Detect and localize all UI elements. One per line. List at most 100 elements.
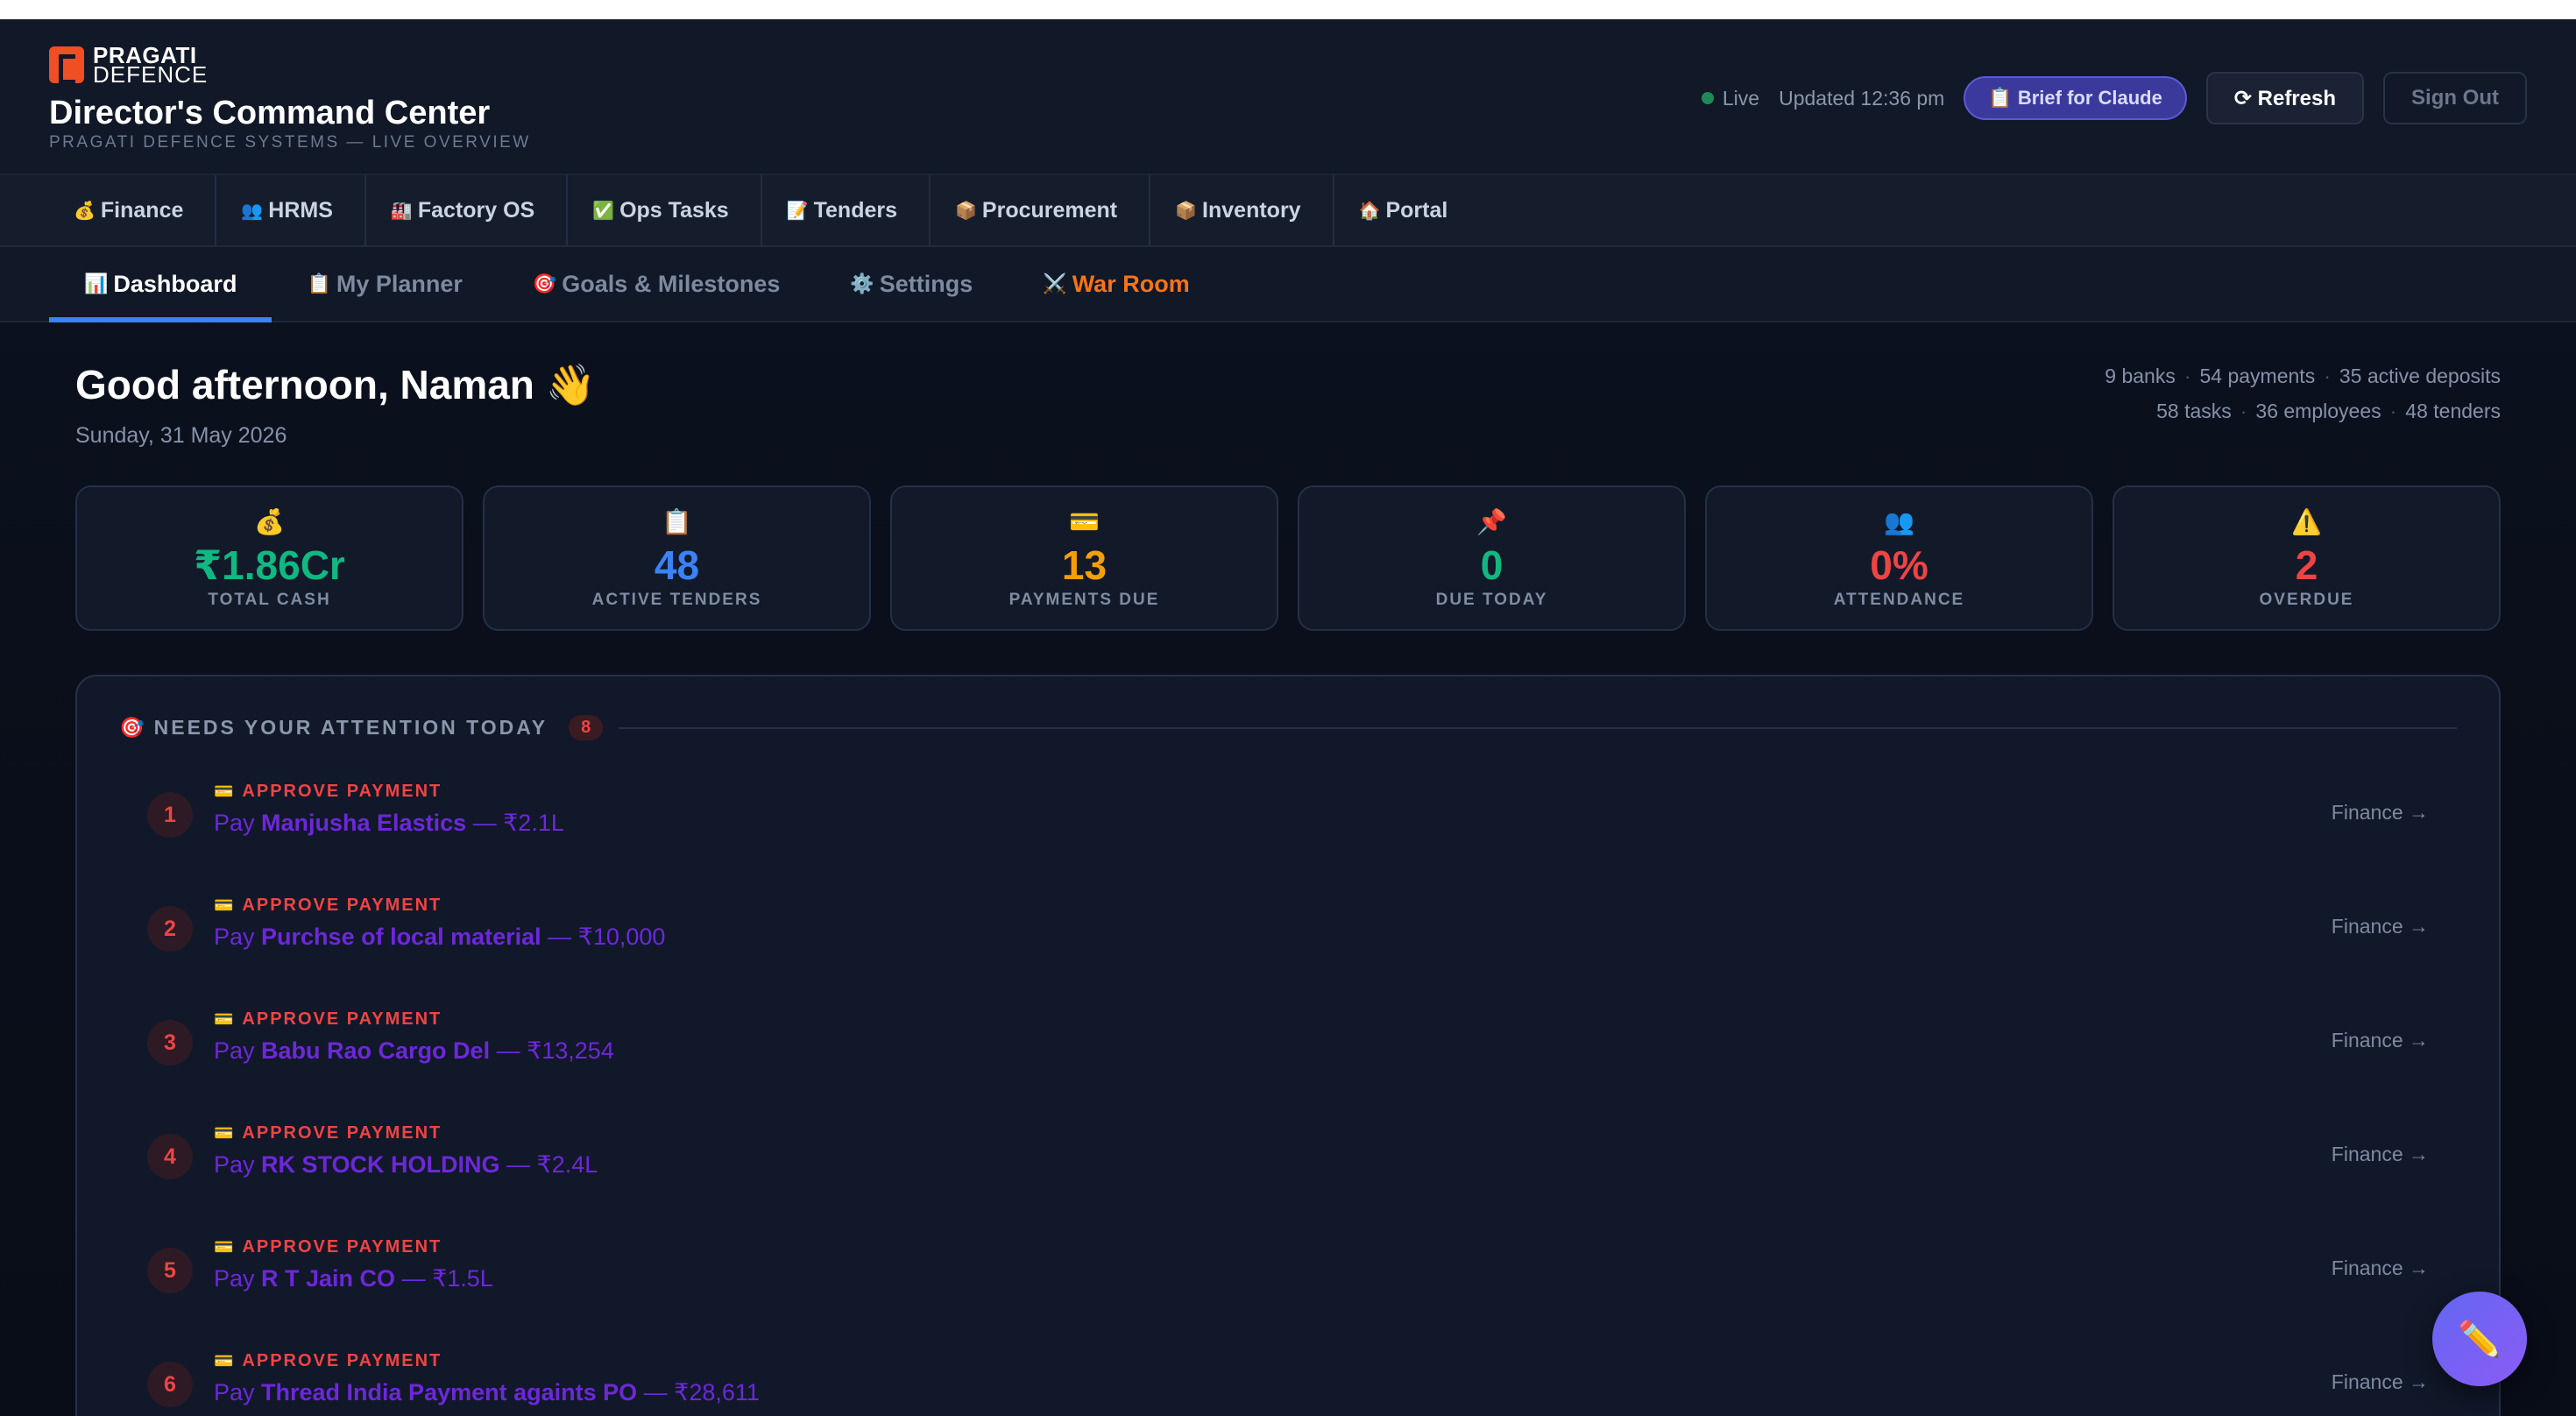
factory-icon: 🏭 [390, 201, 413, 221]
credit-card-icon: 💳 [214, 1352, 236, 1370]
refresh-button[interactable]: ⟳ Refresh [2205, 72, 2365, 124]
module-label: Ops Tasks [619, 197, 729, 223]
item-amount: — ₹1.5L [395, 1265, 493, 1292]
attention-item[interactable]: 2 💳 APPROVE PAYMENT Pay Purchse of local … [147, 896, 2429, 1001]
finance-link[interactable]: Finance → [2332, 1370, 2429, 1394]
target-icon: 🎯 [119, 716, 147, 739]
module-ops-tasks[interactable]: ✅ Ops Tasks [568, 174, 762, 246]
tab-label: Settings [879, 270, 973, 297]
tab-war-room[interactable]: ⚔️ War Room [1008, 247, 1224, 321]
separator: · [2183, 365, 2191, 387]
live-dot-icon [1701, 92, 1714, 104]
item-kind-wrap: 💳 APPROVE PAYMENT [214, 896, 442, 916]
tab-my-planner[interactable]: 📋 My Planner [272, 247, 497, 321]
tab-bar: 📊 Dashboard 📋 My Planner 🎯 Goals & Mileston… [0, 247, 2576, 322]
module-label: HRMS [268, 197, 333, 223]
module-nav: 💰 Finance 👥 HRMS 🏭 Factory OS ✅ Ops Tasks 📝 T… [0, 174, 2576, 247]
module-inventory[interactable]: 📦 Inventory [1150, 174, 1334, 246]
item-number: 4 [147, 1134, 193, 1179]
item-prefix: Pay [214, 1151, 262, 1178]
item-amount: — ₹2.1L [466, 810, 564, 836]
tab-dashboard[interactable]: 📊 Dashboard [49, 247, 272, 322]
money-bag-icon: 💰 [254, 508, 285, 535]
attention-item[interactable]: 3 💳 APPROVE PAYMENT Pay Babu Rao Cargo De… [147, 1009, 2429, 1115]
sign-out-button[interactable]: Sign Out [2383, 72, 2527, 124]
credit-card-icon: 💳 [214, 782, 236, 800]
kpi-attendance[interactable]: 👥 0% ATTENDANCE [1705, 485, 2093, 631]
tab-goals-milestones[interactable]: 🎯 Goals & Milestones [498, 247, 815, 321]
attention-item[interactable]: 4 💳 APPROVE PAYMENT Pay RK STOCK HOLDING … [147, 1123, 2429, 1228]
item-description[interactable]: Pay RK STOCK HOLDING — ₹2.4L [214, 1151, 598, 1179]
attention-item[interactable]: 6 💳 APPROVE PAYMENT Pay Thread India Paym… [147, 1351, 2429, 1416]
separator: · [2240, 400, 2247, 422]
kpi-payments-due[interactable]: 💳 13 PAYMENTS DUE [890, 485, 1278, 631]
kpi-overdue[interactable]: ⚠️ 2 OVERDUE [2112, 485, 2501, 631]
kpi-due-today[interactable]: 📌 0 DUE TODAY [1298, 485, 1686, 631]
gear-icon: ⚙️ [850, 273, 874, 294]
module-label: Finance [100, 197, 184, 223]
brief-for-claude-button[interactable]: 📋 Brief for Claude [1964, 76, 2187, 120]
kpi-total-cash[interactable]: 💰 ₹1.86Cr TOTAL CASH [75, 485, 464, 631]
item-number: 3 [147, 1020, 193, 1066]
attention-count-badge: 8 [569, 715, 604, 740]
app-window: PRAGATI DEFENCE Director's Command Cente… [0, 19, 2576, 1416]
brand-name-line2: DEFENCE [93, 61, 209, 88]
finance-link[interactable]: Finance → [2332, 1143, 2429, 1166]
module-portal[interactable]: 🏠 Portal [1334, 174, 1480, 246]
module-factory-os[interactable]: 🏭 Factory OS [366, 174, 569, 246]
module-label: Portal [1385, 197, 1448, 223]
item-description[interactable]: Pay R T Jain CO — ₹1.5L [214, 1265, 493, 1292]
separator: · [2389, 400, 2397, 422]
kpi-label: TOTAL CASH [208, 591, 331, 609]
package-icon: 📦 [1175, 201, 1198, 221]
attention-item[interactable]: 5 💳 APPROVE PAYMENT Pay R T Jain CO — ₹1.… [147, 1237, 2429, 1342]
item-number: 2 [147, 906, 193, 952]
item-kind-wrap: 💳 APPROVE PAYMENT [214, 1351, 442, 1371]
stat-banks: 9 banks [2105, 365, 2176, 387]
kpi-value: 0% [1870, 542, 1928, 588]
payee-name: Babu Rao Cargo Del [261, 1037, 491, 1064]
item-kind-wrap: 💳 APPROVE PAYMENT [214, 1237, 442, 1257]
kpi-label: DUE TODAY [1435, 591, 1548, 609]
payee-name: Thread India Payment againts PO [261, 1379, 638, 1405]
item-description[interactable]: Pay Thread India Payment againts PO — ₹2… [214, 1379, 760, 1406]
quick-note-fab[interactable]: ✏️ [2432, 1292, 2527, 1386]
item-prefix: Pay [214, 1265, 262, 1292]
module-tenders[interactable]: 📝 Tenders [762, 174, 931, 246]
item-amount: — ₹10,000 [541, 924, 666, 950]
item-amount: — ₹2.4L [499, 1151, 598, 1178]
credit-card-icon: 💳 [214, 896, 236, 914]
item-kind-wrap: 💳 APPROVE PAYMENT [214, 1123, 442, 1143]
finance-link[interactable]: Finance → [2332, 915, 2429, 938]
attention-title-wrap: 🎯 NEEDS YOUR ATTENTION TODAY [119, 716, 548, 740]
item-kind: APPROVE PAYMENT [242, 782, 442, 801]
item-description[interactable]: Pay Manjusha Elastics — ₹2.1L [214, 810, 564, 837]
logo-mark-icon [49, 46, 84, 84]
bar-chart-icon: 📊 [84, 273, 109, 294]
module-finance[interactable]: 💰 Finance [49, 174, 217, 246]
summary-stats-line-2: 58 tasks · 36 employees · 48 tenders [2156, 400, 2501, 423]
finance-link[interactable]: Finance → [2332, 1257, 2429, 1280]
module-hrms[interactable]: 👥 HRMS [216, 174, 366, 246]
tab-label: My Planner [336, 270, 463, 297]
finance-link[interactable]: Finance → [2332, 1029, 2429, 1052]
warning-icon: ⚠️ [2291, 508, 2322, 535]
item-description[interactable]: Pay Purchse of local material — ₹10,000 [214, 924, 665, 951]
attention-item[interactable]: 1 💳 APPROVE PAYMENT Pay Manjusha Elastics… [147, 782, 2429, 887]
payee-name: RK STOCK HOLDING [261, 1151, 500, 1178]
module-procurement[interactable]: 📦 Procurement [931, 174, 1151, 246]
checkmark-icon: ✅ [592, 201, 615, 221]
stat-tasks: 58 tasks [2156, 400, 2232, 422]
separator: · [2324, 365, 2331, 387]
payee-name: Manjusha Elastics [261, 810, 467, 836]
brand-logo: PRAGATI DEFENCE [49, 44, 209, 88]
kpi-active-tenders[interactable]: 📋 48 ACTIVE TENDERS [483, 485, 871, 631]
item-number: 1 [147, 792, 193, 838]
tab-settings[interactable]: ⚙️ Settings [815, 247, 1008, 321]
finance-link[interactable]: Finance → [2332, 801, 2429, 825]
attention-panel: 🎯 NEEDS YOUR ATTENTION TODAY 8 1 💳 APPROVE… [75, 675, 2501, 1416]
updated-timestamp: Updated 12:36 pm [1779, 86, 1945, 110]
home-icon: 🏠 [1358, 201, 1381, 221]
item-description[interactable]: Pay Babu Rao Cargo Del — ₹13,254 [214, 1037, 614, 1065]
clipboard-icon: 📋 [662, 508, 692, 535]
